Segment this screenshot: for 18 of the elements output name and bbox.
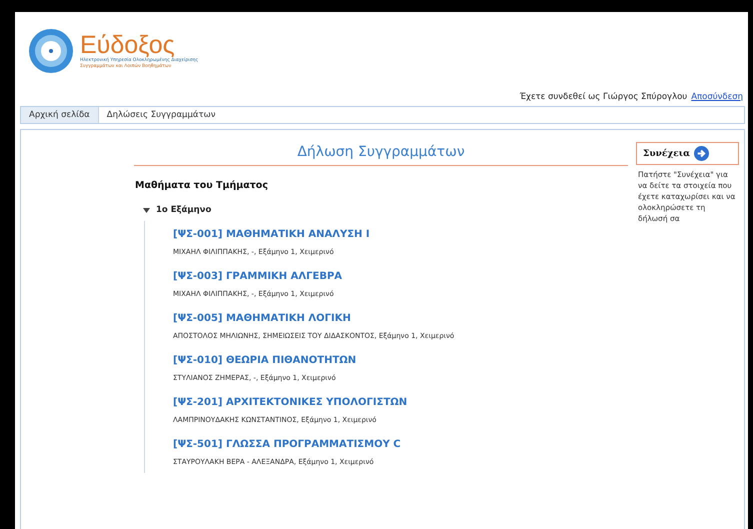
course-link[interactable]: [ΨΣ-501] ΓΛΩΣΣΑ ΠΡΟΓΡΑΜΜΑΤΙΣΜΟΥ C — [173, 439, 628, 450]
nav-tab[interactable]: Αρχική σελίδα — [21, 107, 99, 123]
continue-button[interactable]: Συνέχεια — [636, 142, 739, 165]
logout-link[interactable]: Αποσύνδεση — [691, 92, 743, 102]
course-link[interactable]: [ΨΣ-201] ΑΡΧΙΤΕΚΤΟΝΙΚΕΣ ΥΠΟΛΟΓΙΣΤΩΝ — [173, 397, 628, 408]
semester-label: 1ο Εξάμηνο — [156, 205, 212, 215]
course-link[interactable]: [ΨΣ-001] ΜΑΘΗΜΑΤΙΚΗ ΑΝΑΛΥΣΗ Ι — [173, 229, 628, 240]
caret-icon[interactable] — [143, 206, 150, 214]
logo-name: Εύδοξος — [80, 32, 175, 58]
section-heading: Μαθήματα του Τμήματος — [135, 180, 269, 191]
nav-tab[interactable]: Δηλώσεις Συγγραμμάτων — [98, 107, 224, 123]
course-link[interactable]: [ΨΣ-003] ΓΡΑΜΜΙΚΗ ΑΛΓΕΒΡΑ — [173, 271, 628, 282]
login-status: Έχετε συνδεθεί ως Γιώργος Σπύρογλου — [520, 92, 688, 102]
logo-icon — [28, 28, 74, 74]
page-title: Δήλωση Συγγραμμάτων — [134, 140, 628, 166]
course-link[interactable]: [ΨΣ-010] ΘΕΩΡΙΑ ΠΙΘΑΝΟΤΗΤΩΝ — [173, 355, 628, 366]
course-link[interactable]: [ΨΣ-005] ΜΑΘΗΜΑΤΙΚΗ ΛΟΓΙΚΗ — [173, 313, 628, 324]
arrow-icon — [694, 146, 709, 161]
